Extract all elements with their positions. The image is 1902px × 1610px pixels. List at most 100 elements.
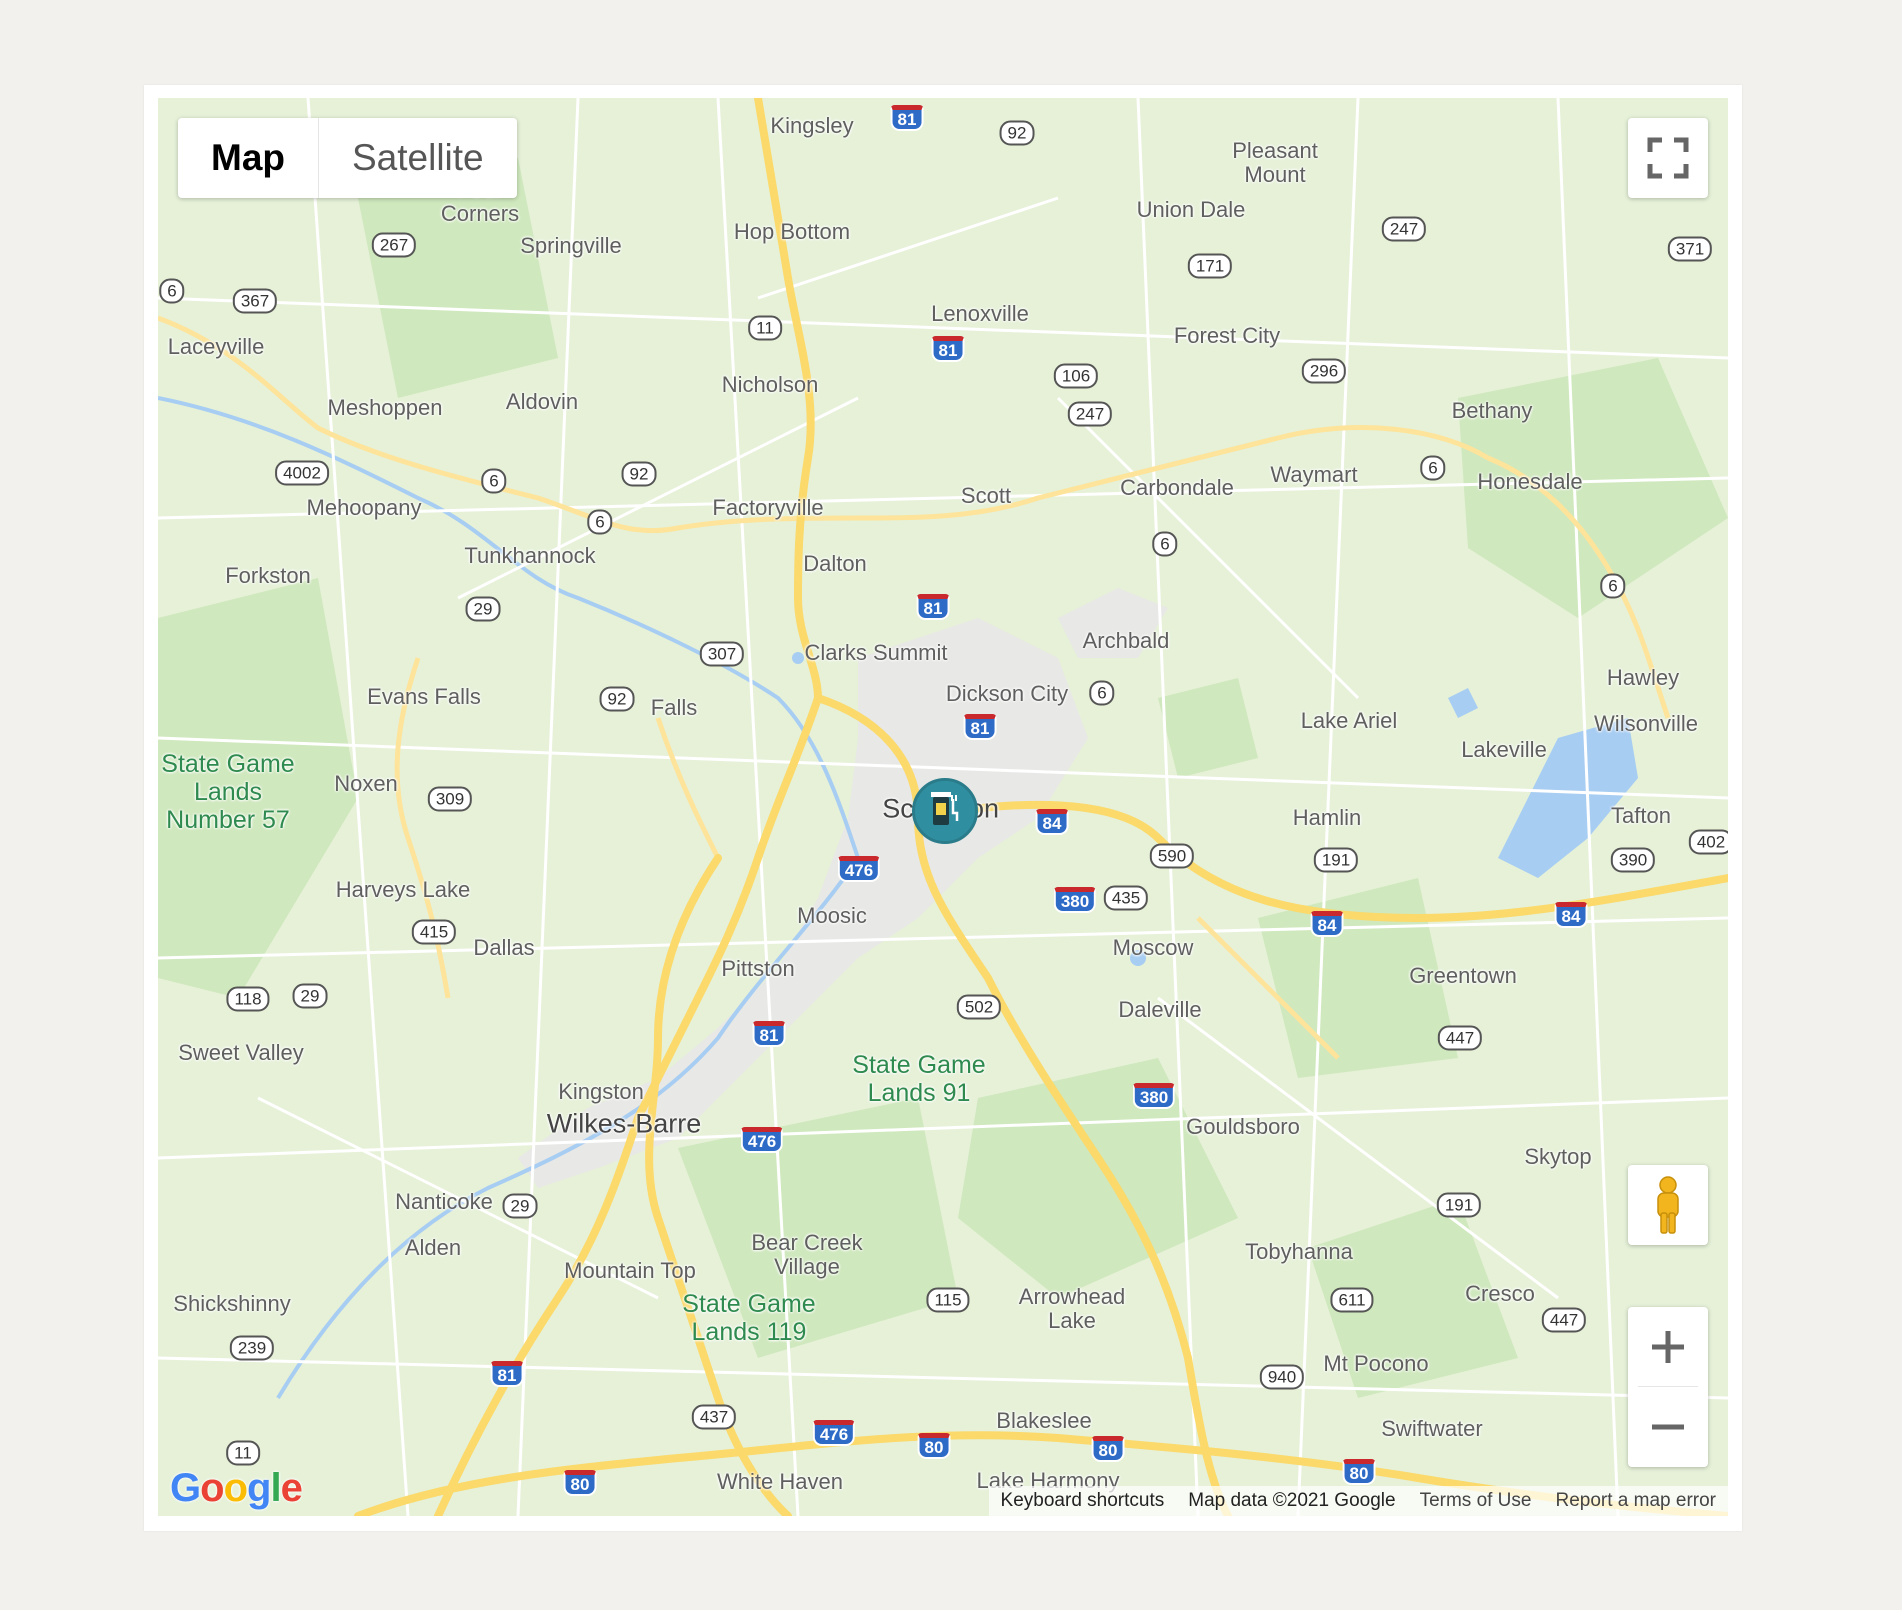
place-dickson-city: Dickson City xyxy=(945,681,1069,706)
place-nanticoke: Nanticoke xyxy=(395,1189,493,1214)
place-harveys-lake: Harveys Lake xyxy=(335,877,471,902)
park-state-game-lands-119: State Game Lands 119 xyxy=(682,1290,816,1346)
place-moscow: Moscow xyxy=(1112,935,1194,960)
route-shield: 6 xyxy=(1152,531,1178,557)
place-waymart: Waymart xyxy=(1270,462,1358,487)
zoom-out-button[interactable] xyxy=(1628,1387,1708,1466)
route-shield: 11 xyxy=(748,315,782,341)
place-lakeville: Lakeville xyxy=(1461,737,1547,762)
route-shield: 6 xyxy=(1600,573,1626,599)
place-falls: Falls xyxy=(650,695,698,720)
route-shield-i80: 80 xyxy=(917,1433,951,1459)
route-shield: 447 xyxy=(1437,1025,1483,1051)
route-shield: 296 xyxy=(1301,358,1347,384)
route-shield-i81: 81 xyxy=(890,105,924,131)
map-canvas[interactable]: Kingsley Pleasant Mount Union Dale Four … xyxy=(158,98,1728,1516)
place-white-haven: White Haven xyxy=(717,1469,843,1494)
fullscreen-button[interactable] xyxy=(1628,118,1708,198)
place-lenoxville: Lenoxville xyxy=(931,301,1029,326)
attribution-bar: Keyboard shortcuts Map data ©2021 Google… xyxy=(988,1486,1728,1516)
route-shield-i380: 380 xyxy=(1132,1083,1176,1109)
report-map-error-link[interactable]: Report a map error xyxy=(1543,1486,1728,1516)
keyboard-shortcuts-link[interactable]: Keyboard shortcuts xyxy=(989,1486,1177,1516)
place-tunkhannock: Tunkhannock xyxy=(464,543,596,568)
place-meshoppen: Meshoppen xyxy=(327,395,443,420)
place-dalton: Dalton xyxy=(803,551,867,576)
route-shield: 402 xyxy=(1688,829,1728,855)
ev-charging-station-icon xyxy=(931,792,959,825)
place-kingsley: Kingsley xyxy=(770,113,854,138)
map-data-text: Map data ©2021 Google xyxy=(1188,1490,1396,1511)
route-shield-i81: 81 xyxy=(752,1021,786,1047)
place-scranton-left: Sc xyxy=(882,793,914,824)
route-shield-i80: 80 xyxy=(563,1470,597,1496)
route-shield-i81: 81 xyxy=(916,594,950,620)
place-nicholson: Nicholson xyxy=(721,372,819,397)
place-skytop: Skytop xyxy=(1524,1144,1592,1169)
route-shield: 940 xyxy=(1259,1364,1305,1390)
route-shield-i81: 81 xyxy=(963,714,997,740)
place-wilkes-barre: Wilkes-Barre xyxy=(546,1108,702,1139)
route-shield: 415 xyxy=(411,919,457,945)
route-shield-i84: 84 xyxy=(1035,809,1069,835)
place-factoryville: Factoryville xyxy=(712,495,824,520)
place-scott: Scott xyxy=(960,483,1012,508)
place-springville: Springville xyxy=(520,233,622,258)
place-gouldsboro: Gouldsboro xyxy=(1186,1114,1300,1139)
place-forkston: Forkston xyxy=(225,563,311,588)
google-logo[interactable]: Google xyxy=(170,1466,303,1511)
place-evans-falls: Evans Falls xyxy=(367,684,481,709)
street-view-pegman-button[interactable] xyxy=(1628,1165,1708,1245)
ev-charging-station-marker[interactable] xyxy=(912,778,978,844)
route-shield: 115 xyxy=(926,1287,970,1313)
place-archbald: Archbald xyxy=(1082,628,1170,653)
route-shield: 92 xyxy=(999,120,1035,146)
route-shield-i380: 380 xyxy=(1053,887,1097,913)
route-shield-i476: 476 xyxy=(837,856,881,882)
place-clarks-summit: Clarks Summit xyxy=(804,640,948,665)
place-arrowhead-lake: Arrowhead Lake xyxy=(1018,1284,1126,1333)
route-shield-i81: 81 xyxy=(490,1361,524,1387)
park-state-game-lands-91: State Game Lands 91 xyxy=(852,1051,986,1107)
route-shield: 106 xyxy=(1053,363,1099,389)
route-shield: 447 xyxy=(1541,1307,1587,1333)
map-type-map-button[interactable]: Map xyxy=(178,118,319,198)
route-shield-i80: 80 xyxy=(1091,1436,1125,1462)
map-type-satellite-button[interactable]: Satellite xyxy=(319,118,517,198)
place-mehoopany: Mehoopany xyxy=(306,495,422,520)
route-shield: 307 xyxy=(699,641,745,667)
route-shield: 247 xyxy=(1067,401,1113,427)
route-shield: 29 xyxy=(465,596,501,622)
place-shickshinny: Shickshinny xyxy=(173,1291,291,1316)
route-shield: 309 xyxy=(427,786,473,812)
place-blakeslee: Blakeslee xyxy=(996,1408,1092,1433)
route-shield: 191 xyxy=(1436,1192,1482,1218)
place-hamlin: Hamlin xyxy=(1292,805,1362,830)
place-laceyville: Laceyville xyxy=(167,334,265,359)
route-shield-i84: 84 xyxy=(1310,911,1344,937)
place-dallas: Dallas xyxy=(473,935,535,960)
minus-icon xyxy=(1652,1424,1684,1429)
plus-icon xyxy=(1652,1330,1684,1363)
route-shield: 247 xyxy=(1381,216,1427,242)
route-shield: 6 xyxy=(1089,680,1115,706)
route-shield: 29 xyxy=(502,1193,538,1219)
route-shield: 6 xyxy=(1420,455,1446,481)
route-shield: 437 xyxy=(691,1404,737,1430)
place-lake-ariel: Lake Ariel xyxy=(1300,708,1398,733)
place-noxen: Noxen xyxy=(334,771,398,796)
place-hop-bottom: Hop Bottom xyxy=(733,219,851,244)
pegman-icon xyxy=(1657,1176,1679,1234)
zoom-in-button[interactable] xyxy=(1628,1307,1708,1386)
route-shield-i476: 476 xyxy=(812,1420,856,1446)
place-mountain-top: Mountain Top xyxy=(564,1258,696,1283)
place-kingston: Kingston xyxy=(558,1079,644,1104)
route-shield-i80: 80 xyxy=(1342,1459,1376,1485)
place-moosic: Moosic xyxy=(797,903,867,928)
place-sweet-valley: Sweet Valley xyxy=(178,1040,304,1065)
zoom-control xyxy=(1628,1307,1708,1467)
place-pittston: Pittston xyxy=(721,956,795,981)
terms-of-use-link[interactable]: Terms of Use xyxy=(1408,1486,1544,1516)
route-shield: 6 xyxy=(481,468,507,494)
place-tobyhanna: Tobyhanna xyxy=(1245,1239,1353,1264)
